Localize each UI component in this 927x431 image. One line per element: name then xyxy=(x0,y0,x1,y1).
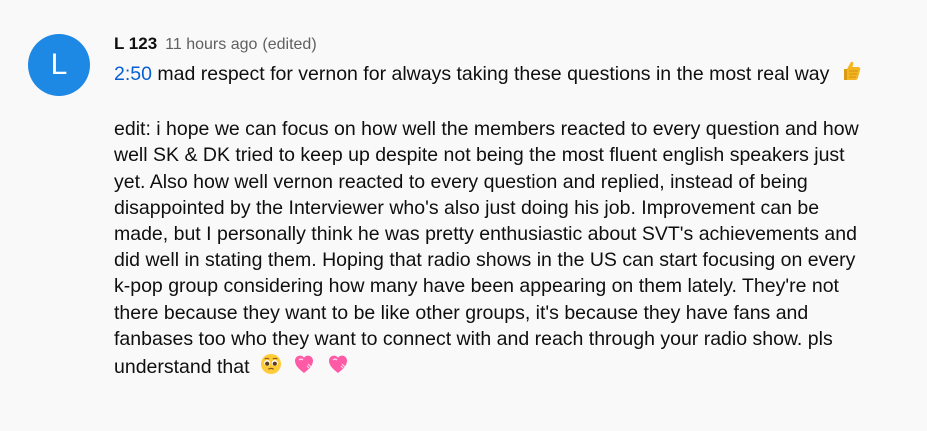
first-comment-line: 2:50 mad respect for vernon for always t… xyxy=(114,59,914,90)
last-comment-line: understand that xyxy=(114,352,914,383)
edit-line-2: well SK & DK tried to keep up despite no… xyxy=(114,144,845,167)
comment-body: L 123 11 hours ago (edited) 2:50 mad res… xyxy=(114,34,914,383)
thumbs-up-icon xyxy=(839,59,863,90)
comment-time[interactable]: 11 hours ago xyxy=(165,36,257,54)
edit-line-3: yet. Also how well vernon reacted to eve… xyxy=(114,170,808,193)
edit-line-7: k-pop group considering how many have be… xyxy=(114,275,839,298)
last-line-text: understand that xyxy=(114,356,250,379)
author-name[interactable]: L 123 xyxy=(114,34,157,54)
video-timestamp-link[interactable]: 2:50 xyxy=(114,63,152,85)
comment-text: 2:50 mad respect for vernon for always t… xyxy=(114,59,914,383)
edit-line-1: edit: i hope we can focus on how well th… xyxy=(114,118,859,141)
avatar[interactable]: L xyxy=(28,34,90,96)
first-line-text: mad respect for vernon for always taking… xyxy=(157,63,830,85)
edit-line-9: fanbases too who they want to connect wi… xyxy=(114,327,833,350)
comment-header: L 123 11 hours ago (edited) xyxy=(114,34,914,56)
pleading-face-icon xyxy=(259,352,283,383)
edited-label: (edited) xyxy=(262,36,317,53)
edit-line-6: did well in stating them. Hoping that ra… xyxy=(114,249,856,272)
edit-line-4: disappointed by the Interviewer who's al… xyxy=(114,196,820,219)
edit-line-5: made, but I personally think he was pret… xyxy=(114,223,857,246)
pink-heart-icon xyxy=(292,352,316,383)
pink-heart-icon xyxy=(326,352,350,383)
edit-line-8: there because they want to be like other… xyxy=(114,301,809,324)
comment-thread: L L 123 11 hours ago (edited) 2:50 mad r… xyxy=(28,34,918,383)
